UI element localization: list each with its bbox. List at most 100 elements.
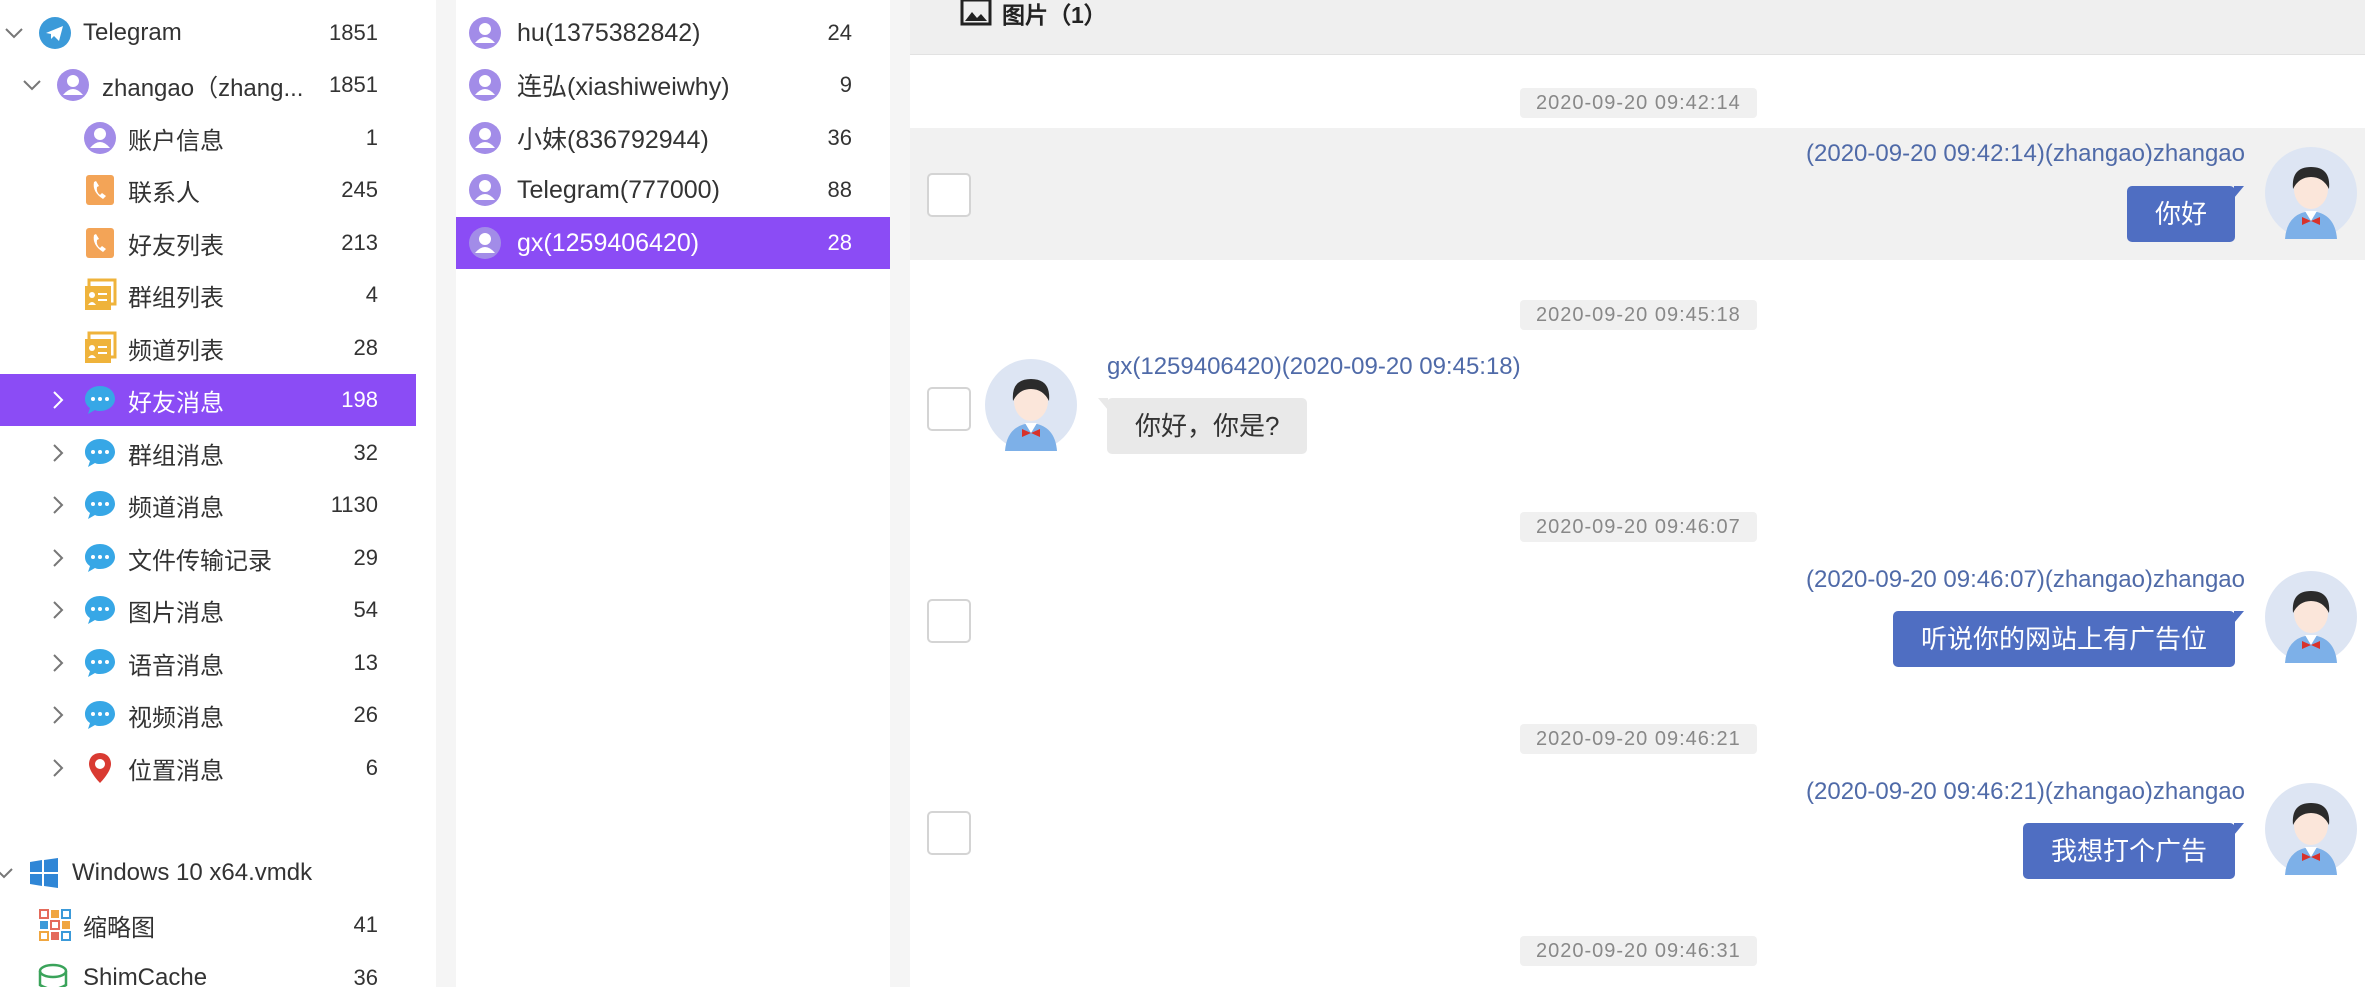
message-checkbox[interactable] bbox=[927, 599, 971, 643]
chat-bubble-icon bbox=[85, 596, 115, 624]
panel-divider[interactable] bbox=[436, 0, 456, 987]
chevron-right-icon[interactable] bbox=[48, 390, 68, 410]
tree-item-count: 4 bbox=[365, 282, 378, 307]
tree-item-contacts[interactable]: 联系人 245 bbox=[0, 164, 416, 216]
avatar bbox=[2265, 783, 2357, 875]
message-bubble-out: 你好 bbox=[2126, 186, 2245, 242]
tree-item-label: ShimCache bbox=[83, 964, 208, 987]
chevron-right-icon[interactable] bbox=[48, 653, 68, 673]
tree-item-count: 213 bbox=[341, 230, 378, 255]
chevron-right-icon[interactable] bbox=[48, 758, 68, 778]
user-icon bbox=[57, 69, 89, 101]
tree-item-group-list[interactable]: 群组列表 4 bbox=[0, 269, 416, 321]
contact-name: Telegram(777000) bbox=[517, 175, 720, 204]
tree-item-count: 13 bbox=[353, 650, 378, 675]
panel-divider[interactable] bbox=[890, 0, 910, 987]
chevron-down-icon[interactable] bbox=[22, 75, 42, 95]
avatar bbox=[2265, 571, 2357, 663]
contact-item[interactable]: 小妹(836792944) 36 bbox=[456, 112, 890, 164]
contact-item[interactable]: 连弘(xiashiweiwhy) 9 bbox=[456, 59, 890, 111]
chevron-right-icon[interactable] bbox=[48, 443, 68, 463]
chat-bubble-icon bbox=[85, 386, 115, 414]
message-sender: (2020-09-20 09:42:14)(zhangao)zhangao bbox=[1806, 140, 2245, 167]
contact-item[interactable]: Telegram(777000) 88 bbox=[456, 164, 890, 216]
tree-item-telegram[interactable]: Telegram 1851 bbox=[0, 7, 416, 59]
tree-item-label: 群组列表 bbox=[128, 284, 224, 312]
contact-name: hu(1375382842) bbox=[517, 18, 701, 47]
tree-item-count: 54 bbox=[353, 597, 378, 622]
phone-icon bbox=[86, 175, 114, 205]
evidence-tree: Telegram 1851 zhangao（zhang... 1851 账户信息… bbox=[0, 0, 416, 987]
message-checkbox[interactable] bbox=[927, 811, 971, 855]
tree-item-count: 1130 bbox=[330, 492, 378, 517]
user-icon bbox=[469, 227, 501, 259]
tree-item-location-messages[interactable]: 位置消息 6 bbox=[0, 742, 416, 794]
contact-item-selected[interactable]: gx(1259406420) 28 bbox=[456, 217, 890, 269]
tree-item-count: 41 bbox=[353, 912, 378, 937]
tree-item-friend-list[interactable]: 好友列表 213 bbox=[0, 217, 416, 269]
contact-card-icon bbox=[85, 331, 117, 363]
tree-item-count: 1851 bbox=[329, 72, 378, 97]
tree-item-label: Windows 10 x64.vmdk bbox=[72, 859, 313, 886]
tree-item-label: 位置消息 bbox=[128, 757, 224, 785]
message-checkbox[interactable] bbox=[927, 387, 971, 431]
contact-item[interactable]: hu(1375382842) 24 bbox=[456, 7, 890, 59]
tree-item-friend-messages[interactable]: 好友消息 198 bbox=[0, 374, 416, 426]
tree-item-label: 视频消息 bbox=[128, 704, 224, 732]
contact-name: 连弘(xiashiweiwhy) bbox=[517, 73, 730, 101]
tree-item-count: 245 bbox=[341, 177, 378, 202]
image-icon[interactable] bbox=[960, 0, 992, 26]
chat-bubble-icon bbox=[85, 439, 115, 467]
contact-count: 88 bbox=[827, 177, 852, 202]
user-icon bbox=[469, 69, 501, 101]
chat-bubble-icon bbox=[85, 649, 115, 677]
contact-count: 28 bbox=[827, 230, 852, 255]
tree-item-group-messages[interactable]: 群组消息 32 bbox=[0, 427, 416, 479]
message-timestamp: 2020-09-20 09:46:21 bbox=[1520, 724, 1757, 754]
tree-item-label: 语音消息 bbox=[128, 652, 224, 680]
tree-item-count: 28 bbox=[353, 335, 378, 360]
tree-item-count: 1851 bbox=[329, 20, 378, 45]
tree-item-channel-list[interactable]: 频道列表 28 bbox=[0, 322, 416, 374]
tree-item-label: 联系人 bbox=[128, 179, 200, 207]
tree-item-shimcache[interactable]: ShimCache 36 bbox=[0, 952, 416, 987]
contact-count: 24 bbox=[827, 20, 852, 45]
tree-item-channel-messages[interactable]: 频道消息 1130 bbox=[0, 479, 416, 531]
tree-item-label: Telegram bbox=[83, 19, 182, 46]
tree-item-account-root[interactable]: zhangao（zhang... 1851 bbox=[0, 59, 416, 111]
user-icon bbox=[469, 17, 501, 49]
tree-item-image-messages[interactable]: 图片消息 54 bbox=[0, 584, 416, 636]
chevron-down-icon[interactable] bbox=[0, 863, 14, 883]
tree-item-label: zhangao（zhang... bbox=[102, 74, 304, 102]
contact-list: hu(1375382842) 24 连弘(xiashiweiwhy) 9 小妹(… bbox=[456, 0, 890, 987]
tree-item-voice-messages[interactable]: 语音消息 13 bbox=[0, 637, 416, 689]
tree-item-label: 频道消息 bbox=[128, 494, 224, 522]
tree-item-count: 6 bbox=[365, 755, 378, 780]
tree-item-thumbnails[interactable]: 缩略图 41 bbox=[0, 899, 416, 951]
chevron-right-icon[interactable] bbox=[48, 705, 68, 725]
cache-icon bbox=[38, 963, 68, 987]
user-icon bbox=[84, 122, 116, 154]
chevron-down-icon[interactable] bbox=[4, 23, 24, 43]
tree-item-video-messages[interactable]: 视频消息 26 bbox=[0, 689, 416, 741]
image-attachments-label[interactable]: 图片（1） bbox=[1002, 0, 1107, 30]
message-sender: (2020-09-20 09:46:07)(zhangao)zhangao bbox=[1806, 566, 2245, 593]
chevron-right-icon[interactable] bbox=[48, 495, 68, 515]
message-checkbox[interactable] bbox=[927, 173, 971, 217]
tree-item-windows-image[interactable]: Windows 10 x64.vmdk bbox=[0, 847, 416, 899]
chat-bubble-icon bbox=[85, 491, 115, 519]
chat-header: 图片（1） bbox=[910, 0, 2365, 55]
tree-item-account-info[interactable]: 账户信息 1 bbox=[0, 112, 416, 164]
chevron-right-icon[interactable] bbox=[48, 600, 68, 620]
chevron-right-icon[interactable] bbox=[48, 548, 68, 568]
tree-item-count: 26 bbox=[353, 702, 378, 727]
message-timestamp: 2020-09-20 09:46:07 bbox=[1520, 512, 1757, 542]
message-row: (2020-09-20 09:42:14)(zhangao)zhangao 你好 bbox=[910, 128, 2365, 260]
telegram-icon bbox=[39, 17, 71, 49]
message-timestamp: 2020-09-20 09:45:18 bbox=[1520, 300, 1757, 330]
tree-item-label: 群组消息 bbox=[128, 442, 224, 470]
phone-icon bbox=[86, 228, 114, 258]
tree-item-label: 图片消息 bbox=[128, 599, 224, 627]
tree-item-file-transfer[interactable]: 文件传输记录 29 bbox=[0, 532, 416, 584]
message-bubble-out: 我想打个广告 bbox=[2022, 823, 2245, 879]
